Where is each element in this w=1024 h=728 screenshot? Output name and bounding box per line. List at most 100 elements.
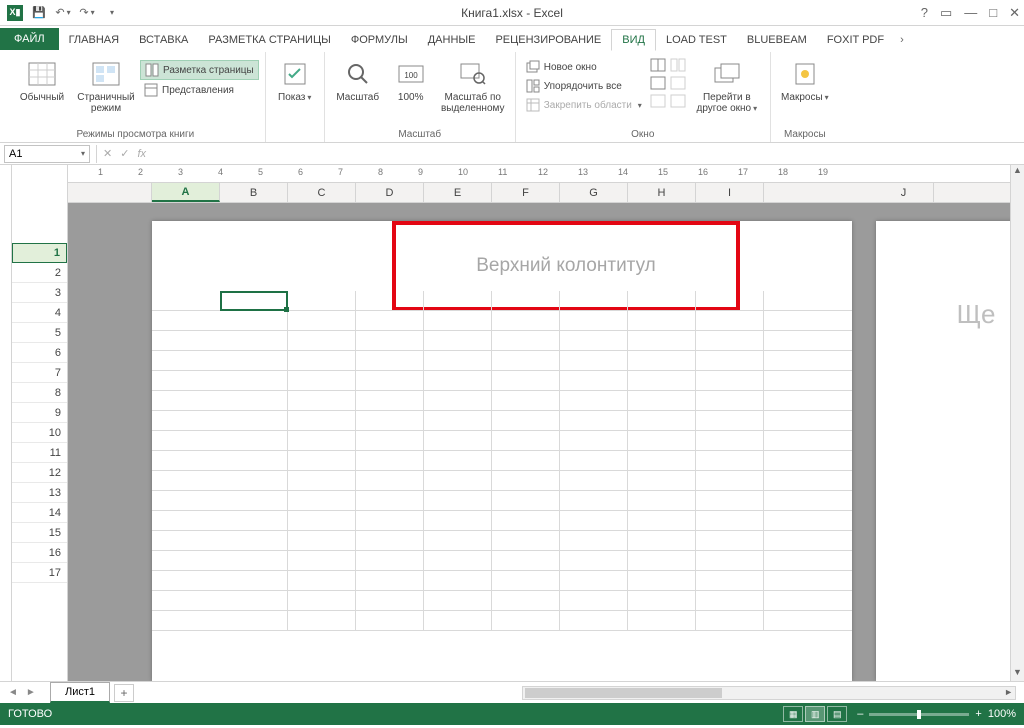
- qat-customize[interactable]: ▾: [100, 2, 122, 24]
- save-button[interactable]: 💾: [28, 2, 50, 24]
- tab-foxit[interactable]: Foxit PDF: [817, 30, 894, 50]
- zoom-level[interactable]: 100%: [988, 708, 1016, 720]
- horizontal-scrollbar[interactable]: ◄ ►: [522, 686, 1016, 700]
- row-header[interactable]: 17: [12, 563, 67, 583]
- pagebreak-view-button[interactable]: Страничный режим: [76, 56, 136, 114]
- sheet-nav-next[interactable]: ►: [26, 687, 36, 698]
- scroll-thumb[interactable]: [525, 688, 722, 698]
- view-pagelayout-button[interactable]: ▥: [805, 706, 825, 722]
- scroll-up-icon[interactable]: ▲: [1011, 165, 1024, 179]
- tab-formulas[interactable]: ФОРМУЛЫ: [341, 30, 418, 50]
- row-header[interactable]: 15: [12, 523, 67, 543]
- tab-review[interactable]: РЕЦЕНЗИРОВАНИЕ: [485, 30, 611, 50]
- zoom-slider[interactable]: [869, 713, 969, 716]
- zoom-button[interactable]: Масштаб: [331, 56, 385, 103]
- row-header[interactable]: 5: [12, 323, 67, 343]
- zoom-out-button[interactable]: –: [857, 708, 863, 720]
- zoom-100-button[interactable]: 100 100%: [389, 56, 433, 103]
- title-bar: X▮ 💾 ↶▾ ↷▾ ▾ Книга1.xlsx - Excel ? ▭ — □…: [0, 0, 1024, 26]
- tab-insert[interactable]: ВСТАВКА: [129, 30, 198, 50]
- tab-overflow[interactable]: ›: [894, 30, 910, 50]
- switch-window-button[interactable]: Перейти в другое окно▾: [690, 56, 764, 114]
- split-icon[interactable]: [650, 58, 666, 72]
- tab-bluebeam[interactable]: BLUEBEAM: [737, 30, 817, 50]
- tab-data[interactable]: ДАННЫЕ: [418, 30, 486, 50]
- normal-view-button[interactable]: Обычный: [12, 56, 72, 103]
- tab-loadtest[interactable]: LOAD TEST: [656, 30, 737, 50]
- row-header[interactable]: 12: [12, 463, 67, 483]
- vertical-scrollbar[interactable]: ▲ ▼: [1010, 165, 1024, 681]
- pagelayout-view-button[interactable]: Разметка страницы: [140, 60, 259, 80]
- row-header[interactable]: 9: [12, 403, 67, 423]
- zoom-selection-icon: [457, 58, 489, 90]
- custom-views-button[interactable]: Представления: [140, 81, 259, 99]
- close-button[interactable]: ✕: [1009, 5, 1020, 21]
- undo-button[interactable]: ↶▾: [52, 2, 74, 24]
- reset-pos-icon[interactable]: [670, 94, 686, 108]
- col-header-a[interactable]: A: [152, 183, 220, 202]
- ribbon: Обычный Страничный режим Разметка страни…: [0, 50, 1024, 143]
- excel-icon: X▮: [4, 2, 26, 24]
- ribbon-options-button[interactable]: ▭: [940, 5, 952, 21]
- row-header[interactable]: 3: [12, 283, 67, 303]
- row-header[interactable]: 7: [12, 363, 67, 383]
- show-button[interactable]: Показ▾: [272, 56, 318, 103]
- page-2[interactable]: Ще: [876, 221, 1010, 681]
- row-header[interactable]: 10: [12, 423, 67, 443]
- new-window-button[interactable]: Новое окно: [522, 58, 646, 76]
- zoom-selection-button[interactable]: Масштаб по выделенному: [437, 56, 509, 114]
- quick-access-toolbar: X▮ 💾 ↶▾ ↷▾ ▾: [0, 2, 122, 24]
- row-header-1[interactable]: 1: [12, 243, 67, 263]
- pagelayout-icon: [145, 63, 159, 77]
- row-header[interactable]: 14: [12, 503, 67, 523]
- page-1[interactable]: Верхний колонтитул: [152, 221, 852, 681]
- cancel-icon[interactable]: ✕: [103, 147, 112, 160]
- unhide-icon[interactable]: [650, 94, 666, 108]
- tab-view[interactable]: ВИД: [611, 29, 656, 51]
- col-header[interactable]: F: [492, 183, 560, 202]
- row-header[interactable]: 16: [12, 543, 67, 563]
- col-header[interactable]: J: [874, 183, 934, 202]
- scroll-right-icon[interactable]: ►: [1004, 687, 1013, 697]
- zoom-in-button[interactable]: +: [975, 708, 981, 720]
- view-pagebreak-button[interactable]: ▤: [827, 706, 847, 722]
- add-sheet-button[interactable]: +: [114, 684, 134, 702]
- redo-button[interactable]: ↷▾: [76, 2, 98, 24]
- row-header[interactable]: 4: [12, 303, 67, 323]
- scroll-down-icon[interactable]: ▼: [1011, 667, 1024, 681]
- row-header[interactable]: 13: [12, 483, 67, 503]
- name-box[interactable]: A1▾: [4, 145, 90, 163]
- sync-scroll-icon[interactable]: [670, 76, 686, 90]
- row-header[interactable]: 2: [12, 263, 67, 283]
- tab-file[interactable]: ФАЙЛ: [0, 28, 59, 50]
- col-header[interactable]: B: [220, 183, 288, 202]
- minimize-button[interactable]: —: [964, 5, 977, 21]
- macros-button[interactable]: Макросы▾: [777, 56, 833, 103]
- col-header[interactable]: D: [356, 183, 424, 202]
- cell-grid[interactable]: [152, 291, 852, 631]
- col-header[interactable]: H: [628, 183, 696, 202]
- row-header[interactable]: 6: [12, 343, 67, 363]
- enter-icon[interactable]: ✓: [120, 147, 129, 160]
- tab-page-layout[interactable]: РАЗМЕТКА СТРАНИЦЫ: [198, 30, 340, 50]
- view-normal-button[interactable]: ▦: [783, 706, 803, 722]
- col-header[interactable]: G: [560, 183, 628, 202]
- column-headers: A B C D E F G H I J: [68, 183, 1010, 203]
- row-header[interactable]: 11: [12, 443, 67, 463]
- tab-home[interactable]: ГЛАВНАЯ: [59, 30, 129, 50]
- help-button[interactable]: ?: [921, 5, 928, 21]
- arrange-button[interactable]: Упорядочить все: [522, 77, 646, 95]
- col-header[interactable]: C: [288, 183, 356, 202]
- hide-icon[interactable]: [650, 76, 666, 90]
- fx-icon[interactable]: fx: [137, 148, 146, 160]
- sheet-nav-prev[interactable]: ◄: [8, 687, 18, 698]
- row-header[interactable]: 8: [12, 383, 67, 403]
- customviews-icon: [144, 83, 158, 97]
- freeze-panes-button[interactable]: Закрепить области▾: [522, 96, 646, 114]
- maximize-button[interactable]: □: [989, 5, 997, 21]
- side-by-side-icon[interactable]: [670, 58, 686, 72]
- sheet-tab[interactable]: Лист1: [50, 682, 110, 703]
- col-header[interactable]: E: [424, 183, 492, 202]
- horizontal-ruler: 1 2 3 4 5 6 7 8 9 10 11 12 13 14 15 16 1…: [68, 165, 1010, 183]
- col-header[interactable]: I: [696, 183, 764, 202]
